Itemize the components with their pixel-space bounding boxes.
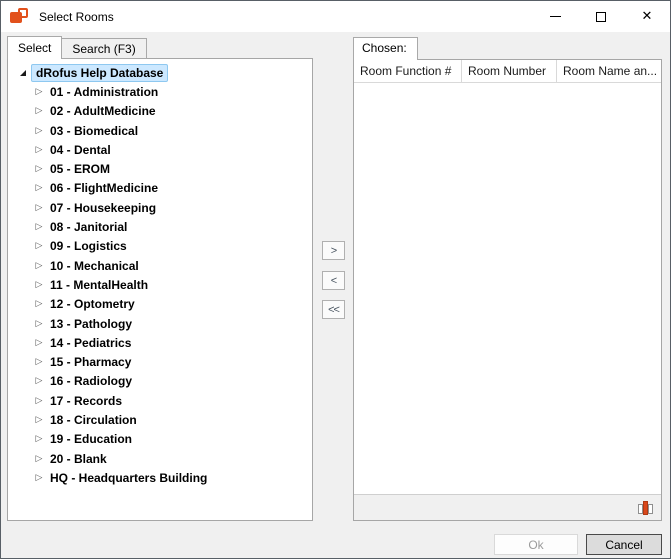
select-rooms-dialog: Select Rooms ✕ Select Search (F3) dRofus…	[0, 0, 671, 559]
tree-item-label[interactable]: 01 - Administration	[48, 84, 160, 100]
tree-item[interactable]: ▷ 08 - Janitorial	[8, 217, 312, 236]
tree-item-label[interactable]: 06 - FlightMedicine	[48, 180, 160, 196]
chevron-collapsed-icon[interactable]: ▷	[34, 473, 44, 483]
move-left-button[interactable]: <	[322, 271, 345, 290]
tree-item-label[interactable]: 11 - MentalHealth	[48, 277, 150, 293]
column-header-room-name[interactable]: Room Name an...	[557, 60, 661, 82]
chevron-collapsed-icon[interactable]: ▷	[34, 454, 44, 464]
tree-item-label[interactable]: 03 - Biomedical	[48, 123, 140, 139]
tree-item-label[interactable]: 08 - Janitorial	[48, 219, 129, 235]
tree-item[interactable]: ▷ 15 - Pharmacy	[8, 352, 312, 371]
tree-item-label[interactable]: 10 - Mechanical	[48, 258, 141, 274]
chosen-grid-body	[354, 83, 661, 494]
tree-item[interactable]: ▷ 03 - Biomedical	[8, 121, 312, 140]
chevron-collapsed-icon[interactable]: ▷	[34, 203, 44, 213]
chosen-grid-header: Room Function # Room Number Room Name an…	[354, 60, 661, 83]
tree-item[interactable]: ▷ 16 - Radiology	[8, 372, 312, 391]
tree-item-label[interactable]: 05 - EROM	[48, 161, 112, 177]
chevron-collapsed-icon[interactable]: ▷	[34, 357, 44, 367]
ok-button[interactable]: Ok	[494, 534, 578, 555]
tree-item[interactable]: ▷ 07 - Housekeeping	[8, 198, 312, 217]
tree-item-label[interactable]: 17 - Records	[48, 393, 124, 409]
tree-item[interactable]: ▷ 11 - MentalHealth	[8, 275, 312, 294]
tree-item[interactable]: ▷ HQ - Headquarters Building	[8, 468, 312, 487]
tab-bar: Select Search (F3)	[7, 36, 147, 59]
tree-item-label[interactable]: 12 - Optometry	[48, 296, 137, 312]
window-controls: ✕	[532, 1, 670, 32]
window-title: Select Rooms	[39, 10, 114, 24]
chevron-collapsed-icon[interactable]: ▷	[34, 415, 44, 425]
chevron-collapsed-icon[interactable]: ▷	[34, 396, 44, 406]
tab-select[interactable]: Select	[7, 36, 62, 59]
move-right-button[interactable]: >	[322, 241, 345, 260]
tree-item[interactable]: ▷ 12 - Optometry	[8, 295, 312, 314]
chevron-collapsed-icon[interactable]: ▷	[34, 299, 44, 309]
chevron-collapsed-icon[interactable]: ▷	[34, 319, 44, 329]
chevron-collapsed-icon[interactable]: ▷	[34, 164, 44, 174]
tree-item-label[interactable]: 15 - Pharmacy	[48, 354, 133, 370]
tree-item[interactable]: ▷ 02 - AdultMedicine	[8, 102, 312, 121]
tree-item-label[interactable]: 14 - Pediatrics	[48, 335, 133, 351]
tab-search[interactable]: Search (F3)	[62, 38, 146, 59]
tree-item[interactable]: ▷ 13 - Pathology	[8, 314, 312, 333]
tree-item-label[interactable]: 04 - Dental	[48, 142, 113, 158]
chevron-collapsed-icon[interactable]: ▷	[34, 87, 44, 97]
drofus-logo-icon	[10, 8, 30, 26]
report-icon[interactable]	[637, 500, 654, 516]
tree-item[interactable]: ▷ 19 - Education	[8, 430, 312, 449]
tree-item[interactable]: ▷ 14 - Pediatrics	[8, 333, 312, 352]
tree-item[interactable]: ▷ 20 - Blank	[8, 449, 312, 468]
chevron-collapsed-icon[interactable]: ▷	[34, 280, 44, 290]
tree-item[interactable]: ▷ 09 - Logistics	[8, 237, 312, 256]
minimize-button[interactable]	[532, 1, 578, 32]
tree-item-label[interactable]: 19 - Education	[48, 431, 134, 447]
chevron-collapsed-icon[interactable]: ▷	[34, 106, 44, 116]
tree-item-label[interactable]: 13 - Pathology	[48, 316, 134, 332]
column-header-room-number[interactable]: Room Number	[462, 60, 557, 82]
tree-item[interactable]: ▷ 18 - Circulation	[8, 410, 312, 429]
tree-item[interactable]: ▷ 01 - Administration	[8, 82, 312, 101]
tree-item-label[interactable]: HQ - Headquarters Building	[48, 470, 209, 486]
chevron-collapsed-icon[interactable]: ▷	[34, 338, 44, 348]
tree-item-label[interactable]: 18 - Circulation	[48, 412, 139, 428]
chosen-tab[interactable]: Chosen:	[353, 37, 418, 60]
close-icon: ✕	[642, 10, 653, 23]
cancel-button[interactable]: Cancel	[586, 534, 662, 555]
chevron-collapsed-icon[interactable]: ▷	[34, 222, 44, 232]
maximize-button[interactable]	[578, 1, 624, 32]
tree-item-label[interactable]: 02 - AdultMedicine	[48, 103, 158, 119]
chevron-collapsed-icon[interactable]: ▷	[34, 434, 44, 444]
tree-item[interactable]: ▷ 06 - FlightMedicine	[8, 179, 312, 198]
titlebar: Select Rooms ✕	[1, 1, 670, 32]
tree-item[interactable]: ▷ 04 - Dental	[8, 140, 312, 159]
chevron-collapsed-icon[interactable]: ▷	[34, 183, 44, 193]
chevron-collapsed-icon[interactable]: ▷	[34, 261, 44, 271]
minimize-icon	[550, 16, 561, 17]
tree-root-item[interactable]: dRofus Help Database	[8, 63, 312, 82]
tree-item[interactable]: ▷ 05 - EROM	[8, 159, 312, 178]
tree-root-label[interactable]: dRofus Help Database	[31, 64, 168, 82]
tree-children: ▷ 01 - Administration ▷ 02 - AdultMedici…	[8, 82, 312, 487]
tree-item-label[interactable]: 20 - Blank	[48, 451, 109, 467]
move-all-left-button[interactable]: <<	[322, 300, 345, 319]
tree-item-label[interactable]: 07 - Housekeeping	[48, 200, 158, 216]
maximize-icon	[596, 12, 606, 22]
chevron-collapsed-icon[interactable]: ▷	[34, 126, 44, 136]
chevron-expanded-icon[interactable]	[20, 70, 26, 76]
chevron-collapsed-icon[interactable]: ▷	[34, 376, 44, 386]
chevron-collapsed-icon[interactable]: ▷	[34, 241, 44, 251]
chevron-collapsed-icon[interactable]: ▷	[34, 145, 44, 155]
tree-item-label[interactable]: 16 - Radiology	[48, 373, 134, 389]
tree-item-label[interactable]: 09 - Logistics	[48, 238, 129, 254]
column-header-room-function[interactable]: Room Function #	[354, 60, 462, 82]
chosen-panel-footer	[354, 494, 661, 520]
tree-item[interactable]: ▷ 10 - Mechanical	[8, 256, 312, 275]
close-button[interactable]: ✕	[624, 1, 670, 32]
room-tree-panel: dRofus Help Database ▷ 01 - Administrati…	[7, 58, 313, 521]
chosen-panel: Room Function # Room Number Room Name an…	[353, 59, 662, 521]
tree-item[interactable]: ▷ 17 - Records	[8, 391, 312, 410]
